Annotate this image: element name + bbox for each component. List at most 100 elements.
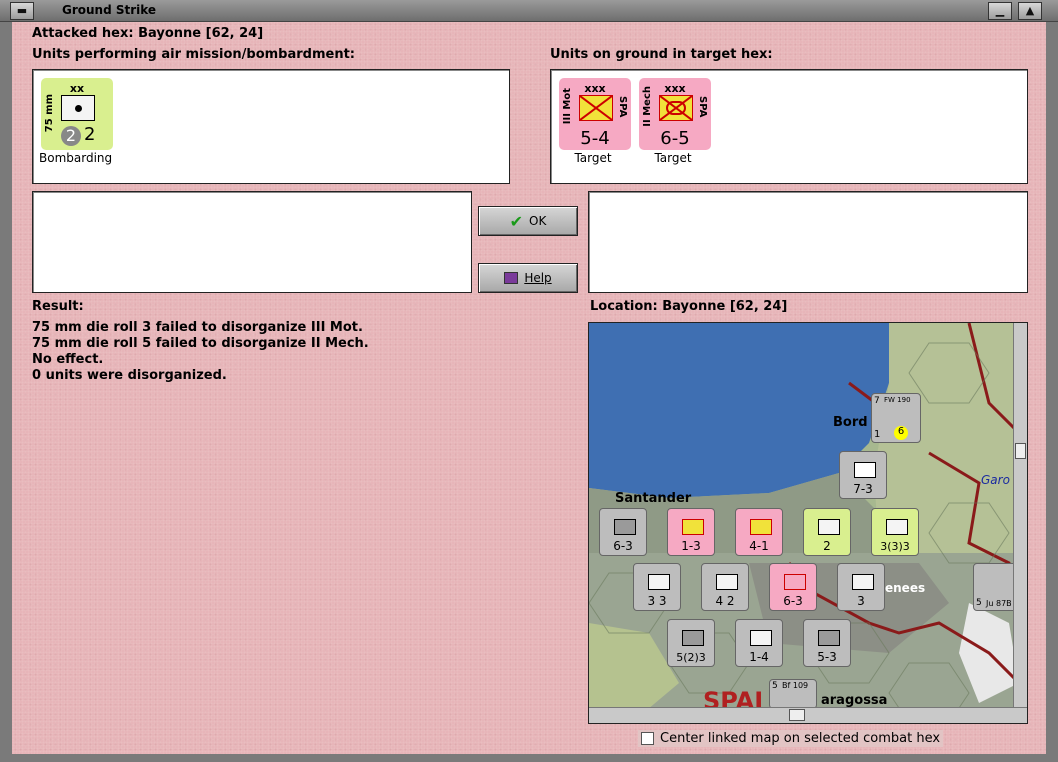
map-place-label: enees <box>885 581 926 595</box>
ground-unit-caption: Target <box>574 151 612 165</box>
air-units-panel: xx 75 mm 2 2 Bombarding <box>32 69 510 184</box>
counter-label: 4-1 <box>749 539 769 553</box>
air-unit-counter[interactable]: xx 75 mm 2 2 <box>41 78 113 150</box>
counter-label: 1-3 <box>681 539 701 553</box>
infantry-icon <box>784 574 806 590</box>
ground-unit-counter[interactable]: xxx II Mech SPA 6-5 <box>639 78 711 150</box>
ok-button[interactable]: ✔ OK <box>478 206 578 236</box>
strength-value: 5-4 <box>580 128 610 149</box>
air-units-label: Units performing air mission/bombardment… <box>32 47 356 62</box>
result-line: No effect. <box>32 352 104 367</box>
scroll-thumb[interactable] <box>1015 443 1026 459</box>
map-counter[interactable]: 1-3 <box>667 508 715 556</box>
map-counter[interactable]: 2 <box>803 508 851 556</box>
mountain-icon <box>818 630 840 646</box>
artillery-icon <box>716 574 738 590</box>
attacked-hex-label: Attacked hex: Bayonne [62, 24] <box>32 26 264 41</box>
result-label: Result: <box>32 299 84 314</box>
unit-name: III Mot <box>562 88 573 125</box>
map-counter[interactable]: 4-1 <box>735 508 783 556</box>
artillery-icon <box>852 574 874 590</box>
counter-bottom-right: 6 <box>894 426 908 440</box>
map-counter[interactable]: 6-3 <box>599 508 647 556</box>
center-map-checkbox[interactable] <box>641 732 654 745</box>
scroll-thumb[interactable] <box>789 709 805 721</box>
map-counter[interactable]: 4 2 <box>701 563 749 611</box>
check-icon: ✔ <box>509 211 524 231</box>
counter-label: 6-3 <box>783 594 803 608</box>
air-unit-caption: Bombarding <box>39 151 113 165</box>
map-counter[interactable]: 3(3)3 <box>871 508 919 556</box>
counter-label: 1-4 <box>749 650 769 664</box>
infantry-icon <box>682 630 704 646</box>
map-counter[interactable]: 5(2)3 <box>667 619 715 667</box>
counter-top: 5 <box>976 598 982 608</box>
counter-label: Ju 87B <box>986 599 1012 608</box>
infantry-icon <box>682 519 704 535</box>
vertical-scrollbar[interactable] <box>1013 323 1027 709</box>
strength-value: 2 <box>84 124 96 145</box>
maximize-button[interactable]: ▲ <box>1018 2 1042 20</box>
counter-label: 6-3 <box>613 539 633 553</box>
infantry-icon <box>750 519 772 535</box>
map-counter[interactable]: 7-3 <box>839 451 887 499</box>
ground-unit-caption: Target <box>654 151 692 165</box>
result-line: 75 mm die roll 3 failed to disorganize I… <box>32 320 363 335</box>
artillery-icon <box>648 574 670 590</box>
map-place-label: Bord <box>833 415 868 430</box>
ground-unit-counter[interactable]: xxx III Mot SPA 5-4 <box>559 78 631 150</box>
counter-label: 2 <box>823 539 831 553</box>
center-map-checkbox-row[interactable]: Center linked map on selected combat hex <box>638 730 944 747</box>
ground-units-label: Units on ground in target hex: <box>550 47 773 62</box>
ground-units-panel: xxx III Mot SPA 5-4 Target xxx II Mech S… <box>550 69 1028 184</box>
unit-name: II Mech <box>642 86 653 127</box>
infantry-icon <box>854 462 876 478</box>
horizontal-scrollbar[interactable] <box>589 707 1027 723</box>
counter-label: 5-3 <box>817 650 837 664</box>
attack-value: 2 <box>61 126 81 146</box>
minimize-button[interactable]: ▁ <box>988 2 1012 20</box>
location-map[interactable]: Bord Santander Garo enees aragossa SPAI … <box>588 322 1028 724</box>
map-counter[interactable]: 7 FW 190 1 6 <box>871 393 921 443</box>
result-line: 0 units were disorganized. <box>32 368 227 383</box>
map-place-label: aragossa <box>821 693 888 708</box>
counter-label: 4 2 <box>715 594 735 608</box>
map-place-label: Santander <box>615 491 692 506</box>
system-menu-button[interactable]: ▬ <box>10 2 34 20</box>
nation-label: SPA <box>617 96 628 118</box>
infantry-icon <box>886 519 908 535</box>
left-message-panel <box>32 191 472 293</box>
counter-top: 5 <box>772 681 778 691</box>
counter-label: 3 <box>857 594 865 608</box>
artillery-symbol-icon <box>61 95 95 121</box>
infantry-icon <box>614 519 636 535</box>
title-bar[interactable]: ▬ Ground Strike ▁ ▲ <box>0 0 1058 22</box>
map-counter[interactable]: 3 3 <box>633 563 681 611</box>
counter-label: Bf 109 <box>782 681 809 690</box>
help-book-icon <box>504 272 519 284</box>
strength-value: 6-5 <box>660 128 690 149</box>
help-label: Help <box>524 271 552 285</box>
ok-label: OK <box>529 214 547 228</box>
window-title: Ground Strike <box>62 3 157 17</box>
counter-bottom-left: 1 <box>874 429 881 440</box>
location-label: Location: Bayonne [62, 24] <box>590 299 788 314</box>
nation-label: SPA <box>697 96 708 118</box>
result-line: 75 mm die roll 5 failed to disorganize I… <box>32 336 369 351</box>
counter-label: 5(2)3 <box>676 651 706 664</box>
map-counter[interactable]: 5 Bf 109 <box>769 679 817 709</box>
map-counter[interactable]: 3 <box>837 563 885 611</box>
help-button[interactable]: Help <box>478 263 578 293</box>
unit-name: 75 mm <box>44 94 55 133</box>
right-message-panel <box>588 191 1028 293</box>
counter-top: 7 <box>874 396 880 406</box>
map-counter[interactable]: 5-3 <box>803 619 851 667</box>
map-counter[interactable]: 6-3 <box>769 563 817 611</box>
counter-label: FW 190 <box>884 396 911 404</box>
map-counter[interactable]: 1-4 <box>735 619 783 667</box>
artillery-icon <box>818 519 840 535</box>
mechanized-icon <box>659 95 693 121</box>
motorized-infantry-icon <box>579 95 613 121</box>
engineer-icon <box>750 630 772 646</box>
center-map-checkbox-label: Center linked map on selected combat hex <box>660 731 941 746</box>
